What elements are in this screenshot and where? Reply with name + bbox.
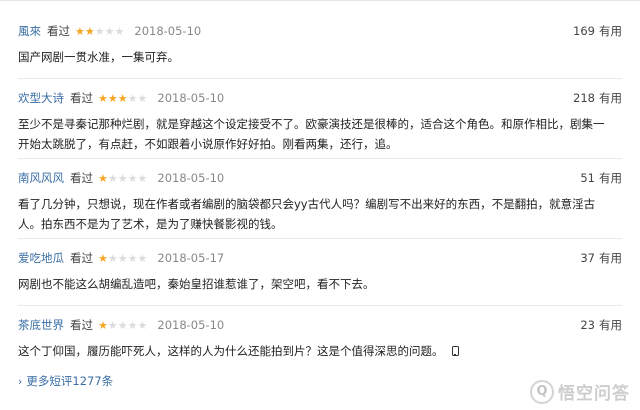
star-filled-icon: ★ [107, 91, 118, 105]
review-text: 网剧也不能这么胡编乱造吧，秦始皇招谁惹谁了，架空吧，看不下去。 [18, 274, 622, 294]
rating-stars: ★★★★★ [98, 92, 147, 105]
useful-vote-button[interactable]: 218 有用 [573, 90, 622, 106]
review-date: 2018-05-10 [157, 171, 225, 185]
more-reviews-link[interactable]: › 更多短评1277条 [18, 373, 113, 389]
review-watched-label: 看过 [70, 91, 93, 105]
useful-label: 有用 [599, 91, 622, 105]
watermark: Q 悟空问答 [530, 379, 630, 404]
review-date: 2018-05-17 [157, 251, 225, 265]
divider [18, 158, 622, 159]
review-username[interactable]: 風來 [18, 23, 41, 39]
star-empty-icon: ★ [127, 171, 138, 185]
review-meta: 風來 看过 ★★★★★ 2018-05-10 169 有用 [18, 22, 622, 40]
star-filled-icon: ★ [98, 318, 108, 332]
star-empty-icon: ★ [137, 251, 148, 265]
divider [18, 238, 622, 239]
useful-count: 51 [580, 171, 595, 185]
review-text-line: 网剧也不能这么胡编乱造吧，秦始皇招谁惹谁了，架空吧，看不下去。 [18, 277, 375, 291]
star-filled-icon: ★ [98, 91, 108, 105]
useful-vote-button[interactable]: 51 有用 [580, 170, 622, 186]
review-item: 欢型大诗 看过 ★★★★★ 2018-05-10 218 有用 至少不是寻秦记那种烂剧，就是… [18, 89, 622, 154]
review-meta: 茶底世界 看过 ★★★★★ 2018-05-10 23 有用 [18, 316, 622, 334]
star-empty-icon: ★ [127, 318, 138, 332]
star-empty-icon: ★ [137, 91, 148, 105]
review-text-line: 人。拍东西不是为了艺术，是为了赚快餐影视的钱。 [18, 217, 283, 231]
star-filled-icon: ★ [98, 251, 108, 265]
useful-label: 有用 [599, 318, 622, 332]
star-empty-icon: ★ [127, 251, 138, 265]
review-watched-label: 看过 [70, 251, 93, 265]
review-text: 国产网剧一贯水准，一集可弃。 [18, 47, 622, 67]
review-meta: 南风风风 看过 ★★★★★ 2018-05-10 51 有用 [18, 169, 622, 187]
star-filled-icon: ★ [117, 91, 128, 105]
review-meta: 欢型大诗 看过 ★★★★★ 2018-05-10 218 有用 [18, 89, 622, 107]
star-empty-icon: ★ [107, 251, 118, 265]
review-watched-label: 看过 [70, 318, 93, 332]
useful-vote-button[interactable]: 169 有用 [573, 23, 622, 39]
star-empty-icon: ★ [117, 171, 128, 185]
useful-count: 218 [573, 91, 595, 105]
review-text: 至少不是寻秦记那种烂剧，就是穿越这个设定接受不了。欧豪演技还是很棒的，适合这个角… [18, 114, 622, 154]
review-item: 風來 看过 ★★★★★ 2018-05-10 169 有用 国产网剧一贯水准，一集可弃。 [18, 22, 622, 67]
review-text-line: 国产网剧一贯水准，一集可弃。 [18, 50, 179, 64]
review-text-line: 至少不是寻秦记那种烂剧，就是穿越这个设定接受不了。欧豪演技还是很棒的，适合这个角… [18, 117, 605, 131]
top-border [0, 0, 640, 1]
star-empty-icon: ★ [117, 251, 128, 265]
rating-stars: ★★★★★ [75, 25, 124, 38]
useful-count: 23 [580, 318, 595, 332]
review-text-line: 这个丁仰国，履历能吓死人，这样的人为什么还能拍到片？这是个值得深思的问题。 [18, 341, 622, 361]
review-username[interactable]: 南风风风 [18, 170, 64, 186]
review-date: 2018-05-10 [157, 91, 225, 105]
star-filled-icon: ★ [75, 24, 85, 38]
review-username[interactable]: 茶底世界 [18, 317, 64, 333]
review-text: 这个丁仰国，履历能吓死人，这样的人为什么还能拍到片？这是个值得深思的问题。 [18, 341, 622, 361]
divider [18, 78, 622, 79]
useful-count: 169 [573, 24, 595, 38]
review-text-line: 开始太跳脱了，有点赶，不如跟着小说原作好好拍。刚看两集，还行，追。 [18, 137, 398, 151]
star-empty-icon: ★ [137, 318, 148, 332]
useful-label: 有用 [599, 251, 622, 265]
review-date: 2018-05-10 [157, 318, 225, 332]
star-empty-icon: ★ [137, 171, 148, 185]
star-filled-icon: ★ [84, 24, 95, 38]
review-watched-label: 看过 [47, 24, 70, 38]
divider [18, 305, 622, 306]
useful-vote-button[interactable]: 23 有用 [580, 317, 622, 333]
review-username[interactable]: 欢型大诗 [18, 90, 64, 106]
review-watched-label: 看过 [70, 171, 93, 185]
rating-stars: ★★★★★ [98, 172, 147, 185]
rating-stars: ★★★★★ [98, 319, 147, 332]
watermark-logo-icon: Q [530, 379, 554, 404]
star-empty-icon: ★ [104, 24, 115, 38]
star-empty-icon: ★ [114, 24, 125, 38]
watermark-text: 悟空问答 [558, 384, 630, 404]
useful-count: 37 [580, 251, 595, 265]
useful-label: 有用 [599, 171, 622, 185]
more-reviews-label: 更多短评1277条 [26, 374, 114, 388]
review-item: 南风风风 看过 ★★★★★ 2018-05-10 51 有用 看了几分钟，只想说，现在作者或… [18, 169, 622, 234]
star-filled-icon: ★ [98, 171, 108, 185]
review-meta: 爱吃地瓜 看过 ★★★★★ 2018-05-17 37 有用 [18, 249, 622, 267]
star-empty-icon: ★ [107, 171, 118, 185]
review-text-line: 看了几分钟，只想说，现在作者或者编剧的脑袋都只会yy古代人吗？编剧写不出来好的东… [18, 197, 596, 211]
useful-vote-button[interactable]: 37 有用 [580, 250, 622, 266]
mobile-phone-icon [451, 346, 459, 356]
rating-stars: ★★★★★ [98, 252, 147, 265]
chevron-right-icon: › [18, 374, 23, 388]
review-item: 茶底世界 看过 ★★★★★ 2018-05-10 23 有用 这个丁仰国，履历能吓死人，这样… [18, 316, 622, 361]
review-item: 爱吃地瓜 看过 ★★★★★ 2018-05-17 37 有用 网剧也不能这么胡编乱造吧，秦始… [18, 249, 622, 294]
useful-label: 有用 [599, 24, 622, 38]
review-username[interactable]: 爱吃地瓜 [18, 250, 64, 266]
star-empty-icon: ★ [107, 318, 118, 332]
review-date: 2018-05-10 [134, 24, 202, 38]
star-empty-icon: ★ [127, 91, 138, 105]
star-empty-icon: ★ [117, 318, 128, 332]
review-text: 看了几分钟，只想说，现在作者或者编剧的脑袋都只会yy古代人吗？编剧写不出来好的东… [18, 194, 622, 234]
star-empty-icon: ★ [94, 24, 105, 38]
